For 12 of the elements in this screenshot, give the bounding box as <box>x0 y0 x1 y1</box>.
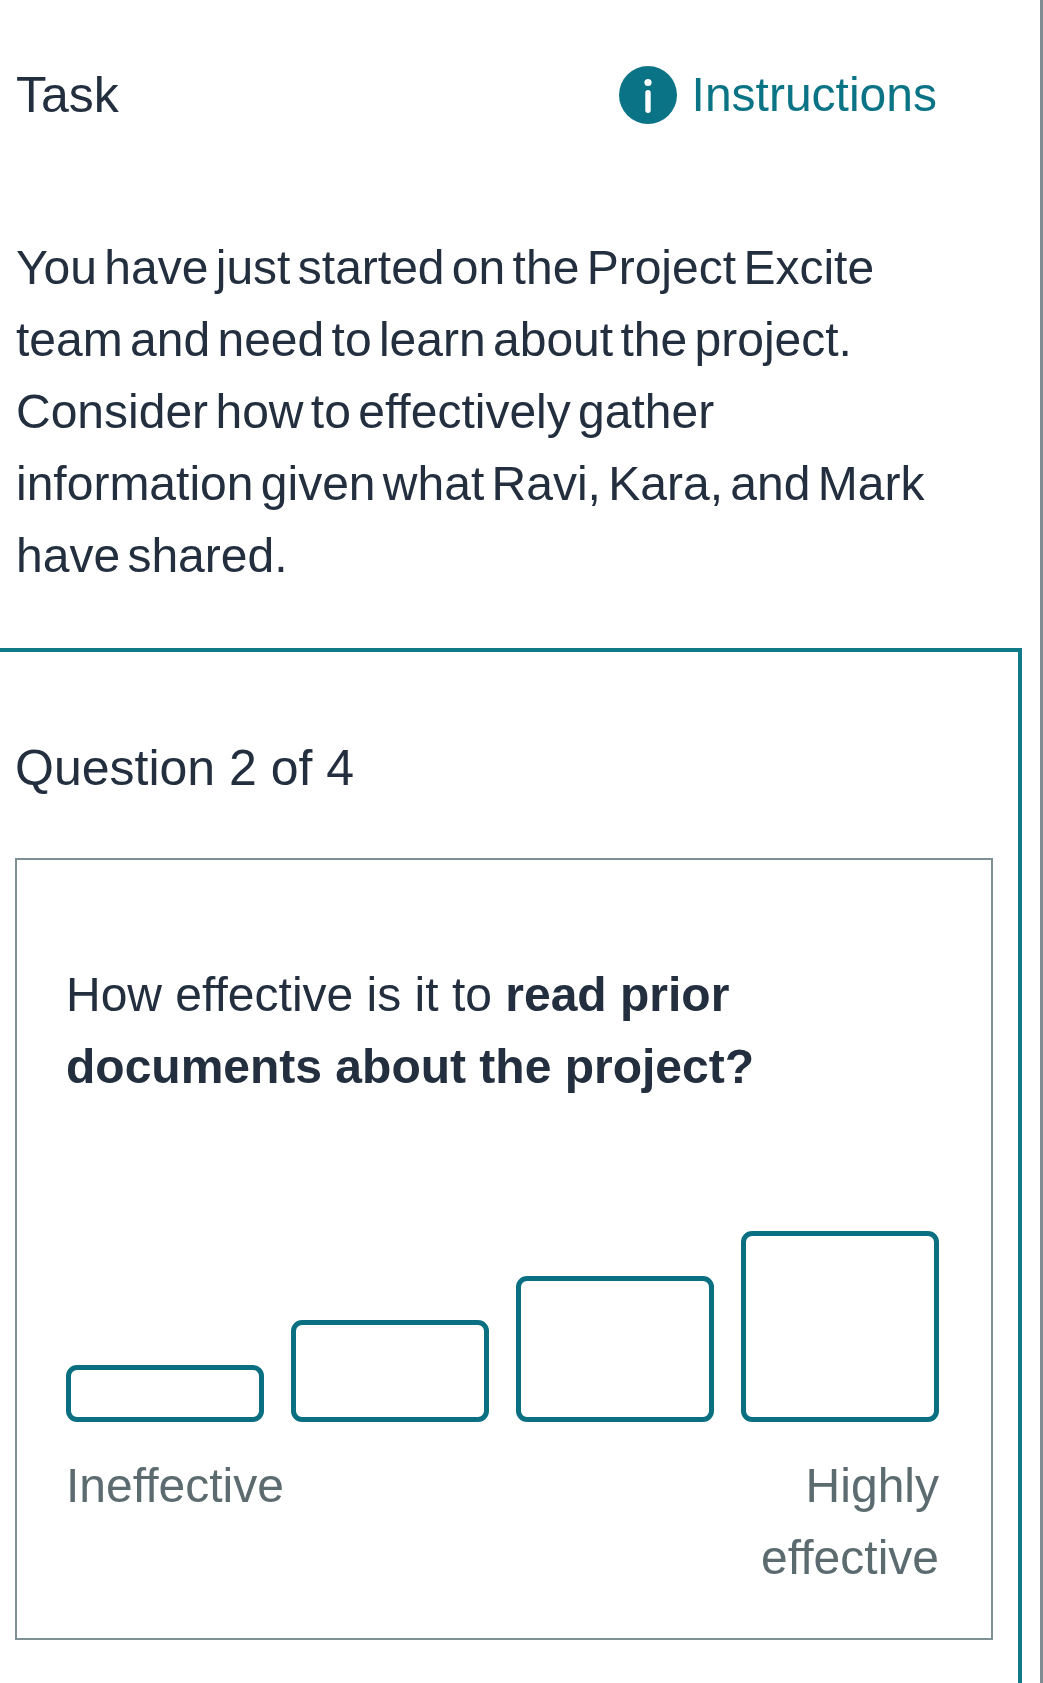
info-icon <box>618 66 677 124</box>
question-prompt: How effective is it to read prior documents about the project? <box>66 967 756 1095</box>
question-counter: Question 2 of 4 <box>15 739 356 798</box>
instructions-link[interactable]: Instructions <box>618 59 937 131</box>
rating-option-button[interactable] <box>741 1231 939 1422</box>
rating-option-button[interactable] <box>291 1320 489 1422</box>
task-title: Task <box>16 66 119 125</box>
task-description: You have just started on the Project Excite team and need to learn about the project. Consider how to effectively gather information given what Ravi, Kara, and Mark have shared. <box>16 240 926 584</box>
rating-option-button[interactable] <box>516 1276 714 1422</box>
scale-max-label: Highly effective <box>760 1458 939 1586</box>
scale-min-label: Ineffective <box>66 1458 284 1514</box>
rating-option-button[interactable] <box>66 1365 264 1422</box>
